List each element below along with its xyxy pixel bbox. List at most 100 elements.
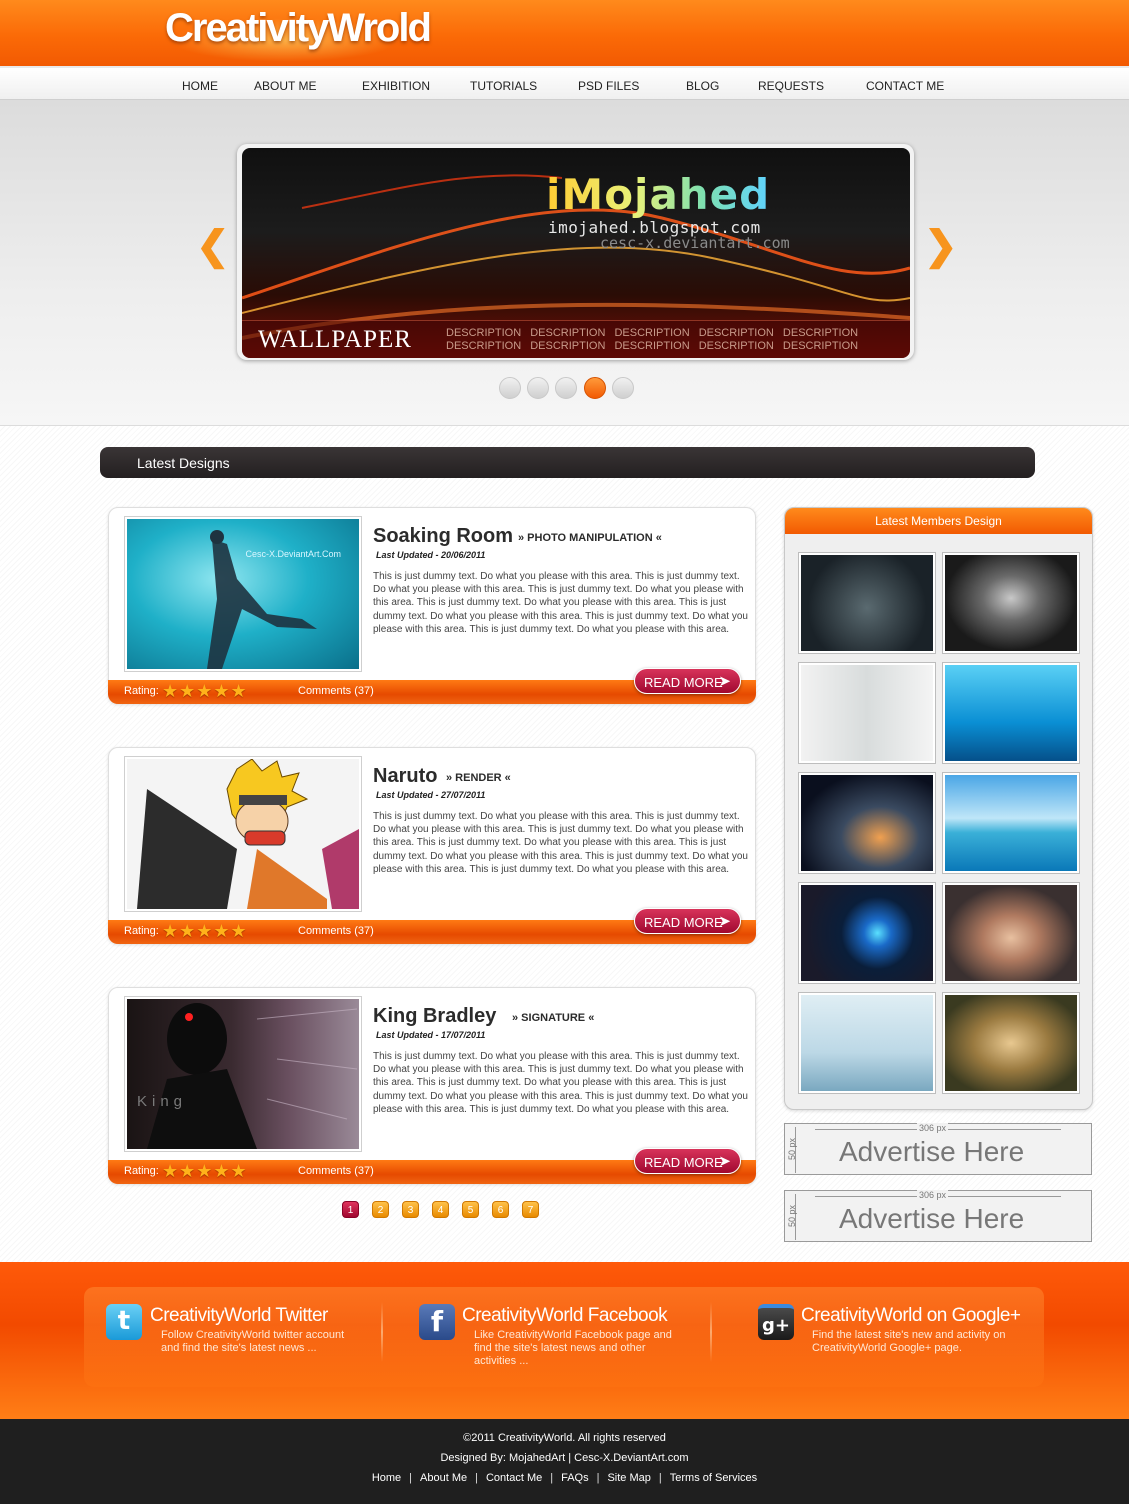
post-date: Last Updated - 20/06/2011 xyxy=(376,550,486,560)
page-7-button[interactable]: 7 xyxy=(522,1201,539,1218)
read-more-button[interactable]: READ MORE ➤ xyxy=(634,668,741,694)
nav-item-exhibition[interactable]: EXHIBITION xyxy=(362,79,430,93)
facebook-title[interactable]: CreativityWorld Facebook xyxy=(462,1305,668,1327)
slider-dot-active[interactable] xyxy=(584,377,606,399)
header: CreativityWrold xyxy=(0,0,1129,66)
post-category: » SIGNATURE « xyxy=(512,1012,595,1024)
post-title[interactable]: Naruto xyxy=(373,765,437,788)
page-5-button[interactable]: 5 xyxy=(462,1201,479,1218)
slider-dot[interactable] xyxy=(555,377,577,399)
page-3-button[interactable]: 3 xyxy=(402,1201,419,1218)
member-design-thumb[interactable] xyxy=(942,662,1080,764)
arrow-right-icon: ➤ xyxy=(718,673,731,690)
googleplus-title[interactable]: CreativityWorld on Google+ xyxy=(801,1305,1021,1327)
star-rating-icon[interactable]: ★★★★★ xyxy=(162,681,248,702)
post-card: King King Bradley » SIGNATURE « Last Upd… xyxy=(108,987,756,1184)
facebook-icon[interactable]: f xyxy=(419,1304,455,1340)
post-date: Last Updated - 17/07/2011 xyxy=(376,1030,486,1040)
footer-link-terms[interactable]: Terms of Services xyxy=(670,1472,757,1484)
slide-brand: iMojahed xyxy=(546,170,771,219)
twitter-icon[interactable]: t xyxy=(106,1304,142,1340)
googleplus-icon[interactable]: g+ xyxy=(758,1304,794,1340)
member-design-thumb[interactable] xyxy=(942,882,1080,984)
star-rating-icon[interactable]: ★★★★★ xyxy=(162,1161,248,1182)
advertisement-slot[interactable]: 306 px 50 px Advertise Here xyxy=(784,1123,1092,1175)
post-thumbnail[interactable]: Cesc-X.DeviantArt.Com xyxy=(124,516,362,672)
designed-by-text: Designed By: MojahedArt | Cesc-X.Deviant… xyxy=(440,1452,689,1464)
member-design-thumb[interactable] xyxy=(798,662,936,764)
read-more-label: READ MORE xyxy=(644,1155,723,1170)
footer-link-about-me[interactable]: About Me xyxy=(420,1472,467,1484)
member-design-thumb[interactable] xyxy=(798,992,936,1094)
nav-item-contact-me[interactable]: CONTACT ME xyxy=(866,79,944,93)
copyright-text: ©2011 CreativityWorld. All rights reserv… xyxy=(463,1432,666,1444)
member-design-thumb[interactable] xyxy=(798,882,936,984)
slide-image[interactable]: iMojahed imojahed.blogspot.com cesc-x.de… xyxy=(242,148,910,358)
slide-description: DESCRIPTION DESCRIPTION DESCRIPTION DESC… xyxy=(446,327,859,352)
comments-link[interactable]: Comments (37) xyxy=(298,685,374,697)
image-watermark: Cesc-X.DeviantArt.Com xyxy=(245,549,341,559)
read-more-button[interactable]: READ MORE ➤ xyxy=(634,1148,741,1174)
footer-link-site-map[interactable]: Site Map xyxy=(607,1472,650,1484)
rating-label: Rating: xyxy=(124,925,159,937)
page-1-button[interactable]: 1 xyxy=(342,1201,359,1218)
advertisement-slot[interactable]: 306 px 50 px Advertise Here xyxy=(784,1190,1092,1242)
nav-item-requests[interactable]: REQUESTS xyxy=(758,79,824,93)
post-card: Cesc-X.DeviantArt.Com Soaking Room » PHO… xyxy=(108,507,756,704)
page-4-button[interactable]: 4 xyxy=(432,1201,449,1218)
member-design-thumb[interactable] xyxy=(942,772,1080,874)
ad-text: Advertise Here xyxy=(839,1203,1025,1234)
footer-link-home[interactable]: Home xyxy=(372,1472,401,1484)
comments-link[interactable]: Comments (37) xyxy=(298,925,374,937)
image-text: King xyxy=(137,1093,188,1110)
page-2-button[interactable]: 2 xyxy=(372,1201,389,1218)
post-date: Last Updated - 27/07/2011 xyxy=(376,790,486,800)
footer-link-contact-me[interactable]: Contact Me xyxy=(486,1472,542,1484)
comments-link[interactable]: Comments (37) xyxy=(298,1165,374,1177)
post-title[interactable]: King Bradley xyxy=(373,1005,496,1028)
member-design-thumb[interactable] xyxy=(942,552,1080,654)
googleplus-description: Find the latest site's new and activity … xyxy=(812,1329,1006,1354)
post-category: » RENDER « xyxy=(446,772,511,784)
read-more-button[interactable]: READ MORE ➤ xyxy=(634,908,741,934)
post-title[interactable]: Soaking Room xyxy=(373,525,513,548)
ad-width-label: 306 px xyxy=(917,1190,949,1200)
twitter-title[interactable]: CreativityWorld Twitter xyxy=(150,1305,328,1327)
members-title: Latest Members Design xyxy=(875,514,1002,528)
slider-prev-icon[interactable]: ❮ xyxy=(196,226,230,266)
member-design-thumb[interactable] xyxy=(798,772,936,874)
nav-item-psd-files[interactable]: PSD FILES xyxy=(578,79,639,93)
slider-dot[interactable] xyxy=(527,377,549,399)
latest-designs-bar: Latest Designs xyxy=(100,447,1035,478)
post-excerpt: This is just dummy text. Do what you ple… xyxy=(373,1051,748,1115)
post-footer-bar: Rating: ★★★★★ Comments (37) READ MORE ➤ xyxy=(108,908,756,944)
slider-dot[interactable] xyxy=(612,377,634,399)
site-logo[interactable]: CreativityWrold xyxy=(165,6,432,51)
post-thumbnail[interactable] xyxy=(124,756,362,912)
arrow-right-icon: ➤ xyxy=(718,913,731,930)
latest-designs-heading: Latest Designs xyxy=(137,455,230,471)
post-thumbnail[interactable]: King xyxy=(124,996,362,1152)
nav-item-blog[interactable]: BLOG xyxy=(686,79,719,93)
read-more-label: READ MORE xyxy=(644,915,723,930)
slider-next-icon[interactable]: ❯ xyxy=(924,226,958,266)
post-footer-bar: Rating: ★★★★★ Comments (37) READ MORE ➤ xyxy=(108,1148,756,1184)
member-design-thumb[interactable] xyxy=(798,552,936,654)
slider-dot[interactable] xyxy=(499,377,521,399)
facebook-description: Like CreativityWorld Facebook page and f… xyxy=(474,1329,672,1367)
post-card: Naruto » RENDER « Last Updated - 27/07/2… xyxy=(108,747,756,944)
page-6-button[interactable]: 6 xyxy=(492,1201,509,1218)
arrow-right-icon: ➤ xyxy=(718,1153,731,1170)
footer-link-faqs[interactable]: FAQs xyxy=(561,1472,589,1484)
post-excerpt: This is just dummy text. Do what you ple… xyxy=(373,571,748,635)
nav-item-tutorials[interactable]: TUTORIALS xyxy=(470,79,537,93)
ad-width-label: 306 px xyxy=(917,1123,949,1133)
nav-item-about-me[interactable]: ABOUT ME xyxy=(254,79,316,93)
ad-height-label: 50 px xyxy=(787,1204,798,1228)
nav-item-home[interactable]: HOME xyxy=(182,79,218,93)
members-header: Latest Members Design xyxy=(785,508,1092,534)
slide-url-2: cesc-x.deviantart.com xyxy=(600,234,790,252)
star-rating-icon[interactable]: ★★★★★ xyxy=(162,921,248,942)
post-excerpt: This is just dummy text. Do what you ple… xyxy=(373,811,748,875)
member-design-thumb[interactable] xyxy=(942,992,1080,1094)
